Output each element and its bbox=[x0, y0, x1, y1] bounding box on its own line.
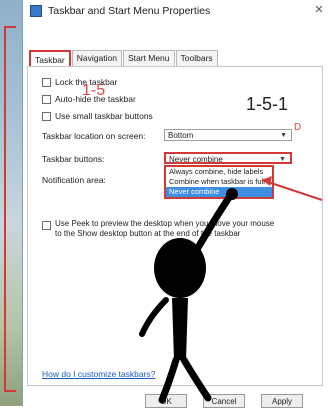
small-buttons-checkbox[interactable] bbox=[42, 111, 51, 121]
tab-toolbars[interactable]: Toolbars bbox=[175, 50, 218, 66]
step-annotation-1-5-1: 1-5-1 bbox=[246, 94, 289, 114]
taskbar-buttons-dropdown: Always combine, hide labels Combine when… bbox=[164, 165, 274, 199]
tab-start-menu[interactable]: Start Menu bbox=[122, 50, 175, 66]
taskbar-properties-dialog: Taskbar and Start Menu Properties ✕ Task… bbox=[22, 0, 328, 408]
option-never-combine[interactable]: Never combine bbox=[166, 187, 272, 197]
option-combine-when-full[interactable]: Combine when taskbar is full bbox=[166, 177, 272, 187]
chevron-down-icon: ▼ bbox=[280, 132, 287, 139]
location-value: Bottom bbox=[168, 131, 194, 140]
peek-checkbox[interactable] bbox=[42, 221, 51, 230]
small-buttons-option[interactable]: Use small taskbar buttons bbox=[42, 111, 153, 121]
step-annotation-1-5: 1-5 bbox=[82, 82, 106, 99]
window-icon bbox=[30, 5, 42, 17]
autohide-checkbox[interactable] bbox=[42, 94, 51, 104]
notification-area-label: Notification area: bbox=[42, 175, 106, 185]
option-always-combine[interactable]: Always combine, hide labels bbox=[166, 167, 272, 177]
close-icon[interactable]: ✕ bbox=[311, 3, 327, 17]
peek-option[interactable]: Use Peek to preview the desktop when you… bbox=[42, 219, 282, 239]
peek-label: Use Peek to preview the desktop when you… bbox=[55, 219, 275, 238]
location-select[interactable]: Bottom ▼ bbox=[164, 129, 292, 141]
annotation-highlight-box bbox=[4, 26, 16, 392]
tab-strip: Taskbar Navigation Start Menu Toolbars bbox=[29, 50, 219, 70]
title-bar[interactable]: Taskbar and Start Menu Properties ✕ bbox=[23, 0, 328, 22]
small-buttons-label: Use small taskbar buttons bbox=[55, 111, 153, 121]
taskbar-buttons-value: Never combine bbox=[169, 155, 223, 164]
edge-annotation-letter: D bbox=[294, 122, 302, 133]
lock-taskbar-checkbox[interactable] bbox=[42, 77, 51, 87]
taskbar-buttons-label: Taskbar buttons: bbox=[42, 154, 105, 164]
lock-taskbar-option[interactable]: Lock the taskbar bbox=[42, 77, 117, 87]
taskbar-buttons-select[interactable]: Never combine ▼ bbox=[164, 152, 292, 164]
window-title: Taskbar and Start Menu Properties bbox=[48, 5, 211, 17]
chevron-down-icon: ▼ bbox=[279, 156, 286, 163]
location-label: Taskbar location on screen: bbox=[42, 131, 146, 141]
tab-navigation[interactable]: Navigation bbox=[71, 50, 122, 66]
customize-help-link[interactable]: How do I customize taskbars? bbox=[42, 369, 155, 379]
